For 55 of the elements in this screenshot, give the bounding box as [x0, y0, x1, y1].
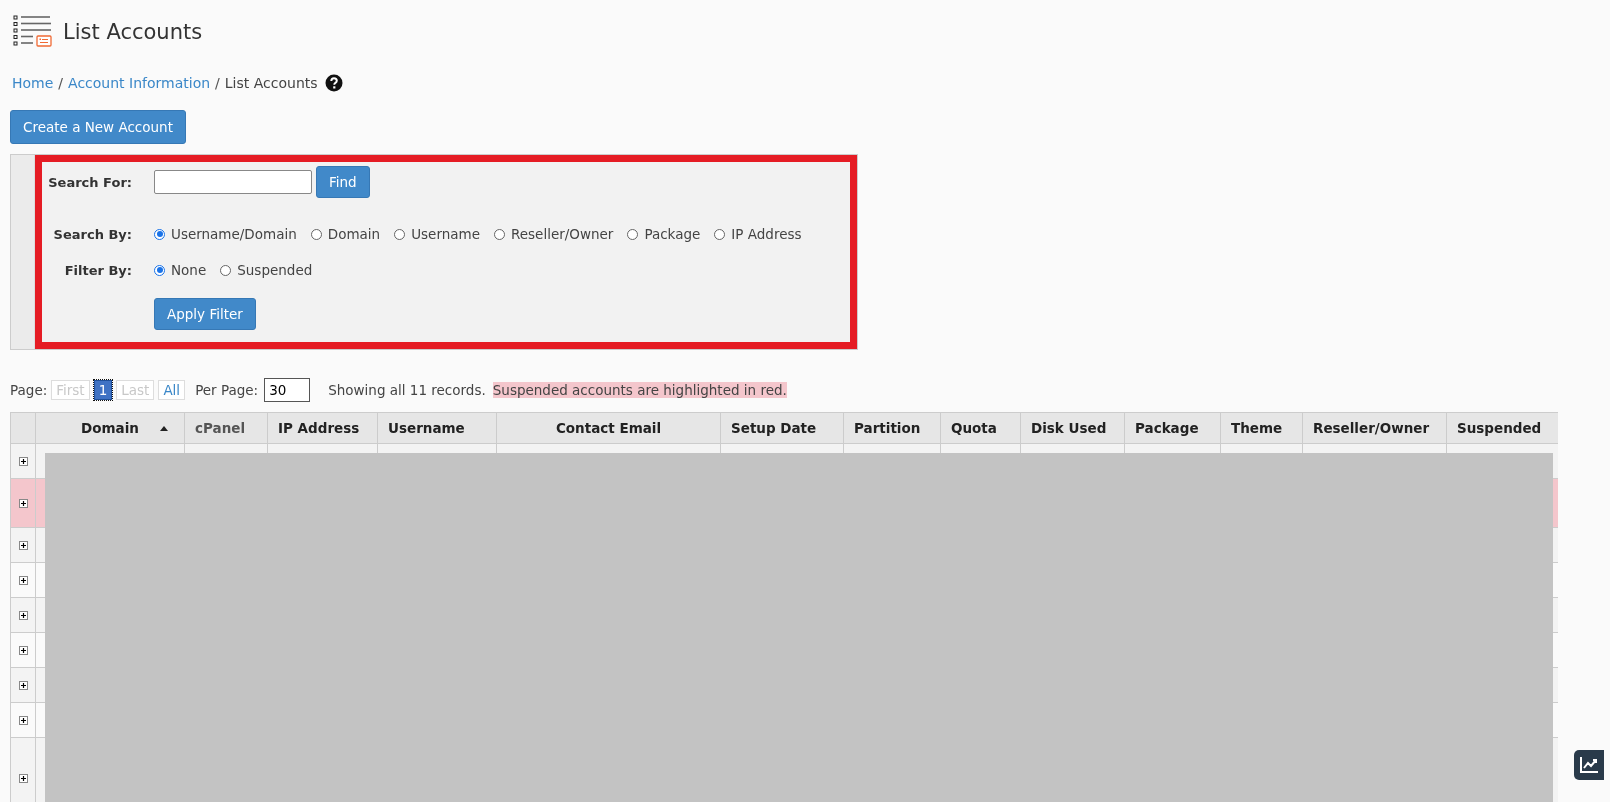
- radio-option[interactable]: IP Address: [714, 226, 802, 242]
- radio-option[interactable]: Reseller/Owner: [494, 226, 614, 242]
- sort-caret-icon: [160, 426, 168, 431]
- create-account-button[interactable]: Create a New Account: [10, 110, 186, 144]
- breadcrumb-link[interactable]: Account Information: [68, 75, 211, 91]
- page-label: Page:: [10, 382, 48, 398]
- chart-icon: [1579, 756, 1599, 774]
- column-header[interactable]: Disk Used: [1020, 412, 1125, 444]
- radio-option[interactable]: Package: [627, 226, 701, 242]
- radio-option[interactable]: Domain: [310, 226, 381, 242]
- apply-filter-button[interactable]: Apply Filter: [154, 298, 256, 330]
- column-header[interactable]: IP Address: [267, 412, 378, 444]
- search-field[interactable]: [154, 170, 312, 194]
- expand-icon[interactable]: [18, 610, 28, 620]
- expand-icon[interactable]: [18, 680, 28, 690]
- breadcrumb-link[interactable]: Home: [12, 75, 54, 91]
- radio-option[interactable]: Suspended: [220, 262, 313, 278]
- column-header[interactable]: Contact Email: [496, 412, 721, 444]
- expand-icon[interactable]: [18, 773, 28, 783]
- radio-option[interactable]: Username: [394, 226, 480, 242]
- expand-icon[interactable]: [18, 715, 28, 725]
- field-label: Filter By:: [63, 262, 133, 278]
- breadcrumb-separator: /: [215, 75, 220, 91]
- column-header[interactable]: Username: [377, 412, 497, 444]
- find-button[interactable]: Find: [316, 166, 370, 198]
- radio-option[interactable]: None: [154, 262, 207, 278]
- page-link[interactable]: 1: [93, 380, 113, 400]
- column-header[interactable]: Setup Date: [720, 412, 844, 444]
- column-header[interactable]: Partition: [843, 412, 941, 444]
- per-page-label: Per Page:: [195, 382, 259, 398]
- column-header[interactable]: Quota: [940, 412, 1021, 444]
- breadcrumb-separator: /: [58, 75, 64, 91]
- column-header[interactable]: Suspended: [1446, 412, 1558, 444]
- breadcrumb-current: List Accounts: [224, 75, 318, 91]
- expand-icon[interactable]: [18, 575, 28, 585]
- column-header[interactable]: Theme: [1220, 412, 1303, 444]
- expand-icon[interactable]: [18, 456, 28, 466]
- expand-icon[interactable]: [18, 540, 28, 550]
- column-header[interactable]: Package: [1124, 412, 1221, 444]
- suspended-notice: Suspended accounts are highlighted in red.: [492, 382, 787, 398]
- column-header[interactable]: cPanel: [184, 412, 268, 444]
- list-icon: [13, 14, 53, 50]
- per-page-field[interactable]: 30: [264, 378, 311, 402]
- column-header[interactable]: Domain: [35, 412, 185, 444]
- expand-icon[interactable]: [18, 645, 28, 655]
- chart-button[interactable]: [1574, 750, 1604, 780]
- records-summary: Showing all 11 records.: [328, 382, 486, 398]
- help-icon[interactable]: [324, 74, 343, 92]
- page-title: List Accounts: [63, 20, 203, 44]
- expand-icon[interactable]: [18, 498, 28, 508]
- page-link[interactable]: All: [158, 380, 186, 400]
- field-label: Search By:: [52, 226, 133, 242]
- radio-option[interactable]: Username/Domain: [154, 226, 297, 242]
- column-header[interactable]: Reseller/Owner: [1302, 412, 1447, 444]
- field-label: Search For:: [47, 174, 133, 190]
